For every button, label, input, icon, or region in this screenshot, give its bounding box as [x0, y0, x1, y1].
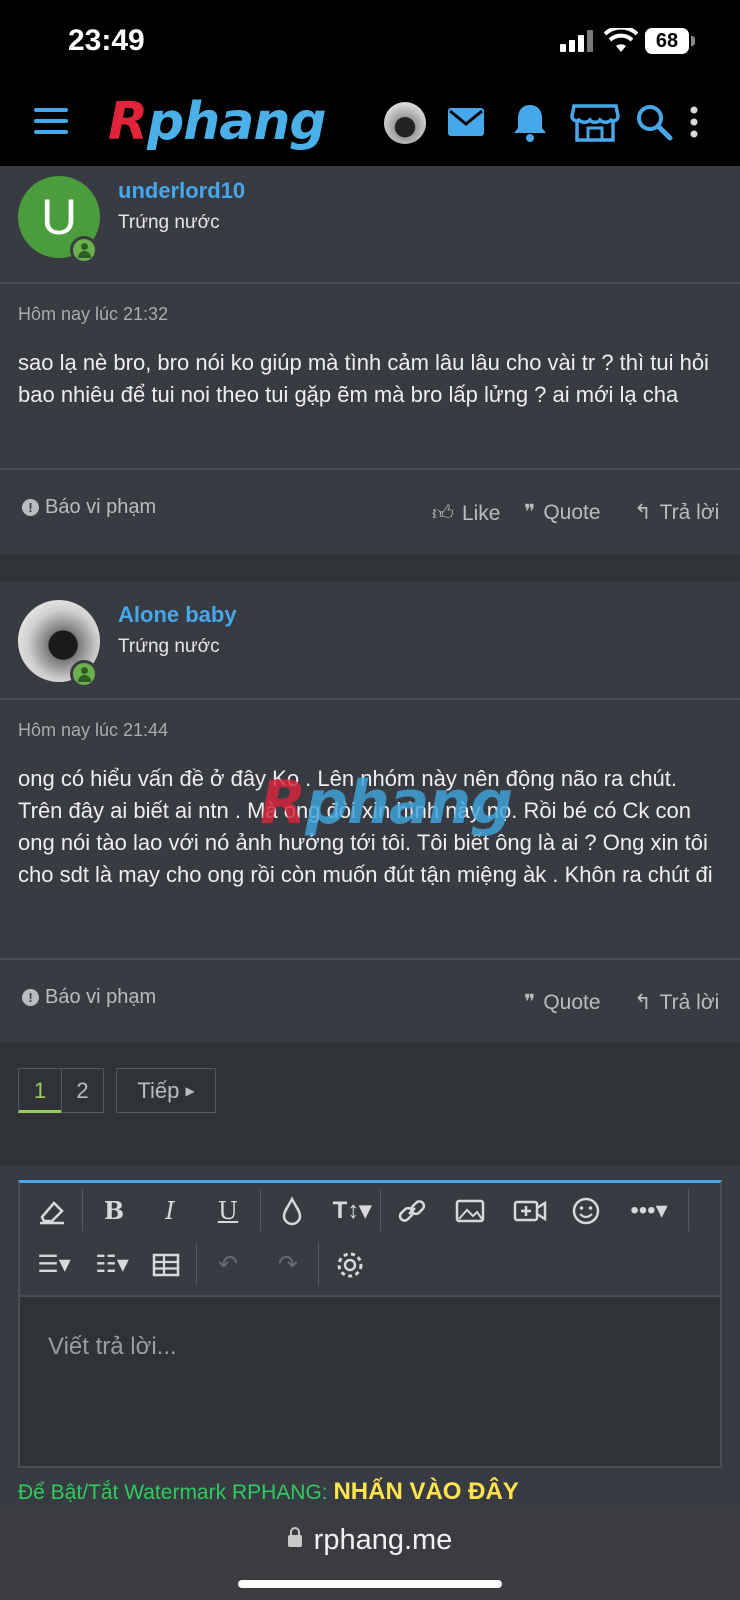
alert-icon: ! [22, 989, 39, 1006]
image-icon[interactable] [450, 1191, 490, 1231]
watermark-logo: Rphang [260, 768, 513, 838]
watermark-toggle-link[interactable]: NHẤN VÀO ĐÂY [333, 1478, 518, 1505]
redo-icon: ↷ [277, 1251, 299, 1278]
reply-button[interactable]: ↰ Trả lời [634, 990, 719, 1015]
post: U underlord10 Trứng nước Hôm nay lúc 21:… [0, 166, 740, 554]
post-body: Hôm nay lúc 21:32 sao lạ nè bro, bro nói… [0, 284, 740, 411]
quote-button[interactable]: ❞ Quote [524, 990, 601, 1015]
online-status-icon [70, 660, 98, 688]
post-date[interactable]: Hôm nay lúc 21:32 [18, 304, 722, 325]
reply-editor-area: B I U T↕▾ •••▾ ☰▾ ☷▾ ↶ ↷ Viết trả lời... [0, 1166, 740, 1508]
underline-icon[interactable]: U [208, 1191, 248, 1231]
emoji-icon[interactable] [566, 1191, 606, 1231]
reply-input[interactable]: Viết trả lời... [48, 1333, 177, 1361]
video-icon[interactable] [510, 1191, 550, 1231]
more-vertical-icon[interactable] [684, 100, 704, 144]
bold-icon[interactable]: B [94, 1191, 134, 1231]
alert-icon: ! [22, 499, 39, 516]
username[interactable]: Alone baby [118, 602, 237, 628]
font-size-icon[interactable]: T↕▾ [328, 1191, 376, 1231]
mail-icon[interactable] [444, 100, 488, 144]
store-icon[interactable] [570, 100, 620, 144]
eraser-icon[interactable] [32, 1191, 72, 1231]
post-actions: ! Báo vi phạm ❞ Quote ↰ Trả lời [0, 958, 740, 1042]
caret-right-icon: ▶ [185, 1084, 195, 1098]
post-user-bar: Alone baby Trứng nước [0, 582, 740, 700]
watermark-toggle-note: Để Bật/Tắt Watermark RPHANG: NHẤN VÀO ĐÂ… [18, 1478, 519, 1505]
color-drop-icon[interactable] [272, 1191, 312, 1231]
link-icon[interactable] [392, 1191, 432, 1231]
report-button[interactable]: ! Báo vi phạm [22, 986, 156, 1009]
thumbs-up-icon: 👍︎ [432, 502, 454, 525]
url-text[interactable]: rphang.me [314, 1524, 453, 1556]
user-title: Trứng nước [118, 636, 220, 657]
reply-editor[interactable]: B I U T↕▾ •••▾ ☰▾ ☷▾ ↶ ↷ Viết trả lời... [18, 1180, 722, 1468]
page-button-2[interactable]: 2 [61, 1068, 104, 1113]
battery-icon: 68 [645, 28, 695, 54]
report-button[interactable]: ! Báo vi phạm [22, 496, 156, 519]
status-bar: 23:49 68 [0, 0, 740, 80]
reply-button[interactable]: ↰ Trả lời [634, 500, 719, 525]
post-content: sao lạ nè bro, bro nói ko giúp mà tình c… [18, 350, 709, 407]
user-avatar[interactable] [384, 102, 426, 144]
cellular-signal-icon [560, 30, 596, 52]
settings-icon[interactable] [330, 1245, 370, 1285]
undo-icon: ↶ [217, 1251, 239, 1278]
online-status-icon [70, 236, 98, 264]
editor-toolbar: B I U T↕▾ •••▾ ☰▾ ☷▾ ↶ ↷ [20, 1183, 720, 1297]
more-options-icon[interactable]: •••▾ [622, 1191, 676, 1231]
quote-button[interactable]: ❞ Quote [524, 500, 601, 525]
quote-icon: ❞ [524, 991, 536, 1014]
lock-icon [287, 1527, 302, 1547]
status-time: 23:49 [68, 24, 145, 57]
menu-icon[interactable] [34, 108, 68, 136]
italic-icon[interactable]: I [150, 1191, 190, 1231]
post-actions: ! Báo vi phạm 👍︎ Like ❞ Quote ↰ Trả lời [0, 468, 740, 552]
list-icon[interactable]: ☷▾ [88, 1245, 136, 1285]
post-user-bar: U underlord10 Trứng nước [0, 166, 740, 284]
username[interactable]: underlord10 [118, 178, 245, 204]
app-header: Rphang [0, 80, 740, 166]
page-button-1[interactable]: 1 [18, 1068, 62, 1113]
next-page-button[interactable]: Tiếp ▶ [116, 1068, 216, 1113]
quote-icon: ❞ [524, 501, 536, 524]
like-button[interactable]: 👍︎ Like [432, 500, 500, 526]
table-icon[interactable] [146, 1245, 186, 1285]
reply-icon: ↰ [634, 501, 652, 524]
bell-icon[interactable] [508, 100, 552, 144]
search-icon[interactable] [632, 100, 676, 144]
post-date[interactable]: Hôm nay lúc 21:44 [18, 720, 722, 741]
site-logo[interactable]: Rphang [108, 92, 327, 152]
wifi-icon [604, 28, 638, 52]
user-title: Trứng nước [118, 212, 220, 233]
reply-icon: ↰ [634, 991, 652, 1014]
home-indicator[interactable] [238, 1580, 502, 1588]
align-icon[interactable]: ☰▾ [30, 1245, 78, 1285]
